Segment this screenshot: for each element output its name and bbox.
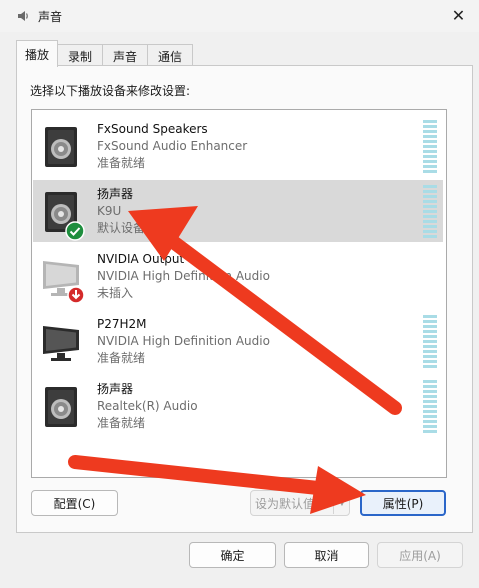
title-bar: 声音 ✕ xyxy=(0,0,479,32)
close-button[interactable]: ✕ xyxy=(438,0,479,30)
volume-meter xyxy=(423,380,437,434)
device-status: 默认设备 xyxy=(97,221,146,235)
instruction-text: 选择以下播放设备来修改设置: xyxy=(30,84,191,98)
device-status: 准备就绪 xyxy=(97,416,146,430)
device-description: Realtek(R) Audio xyxy=(97,399,198,413)
properties-button[interactable]: 属性(P) xyxy=(360,490,446,516)
default-check-icon xyxy=(65,221,85,241)
device-item-k9u-speaker[interactable]: 扬声器 K9U 默认设备 xyxy=(33,180,443,242)
monitor-icon xyxy=(43,326,79,361)
device-status: 准备就绪 xyxy=(97,351,146,365)
device-item-realtek-speaker[interactable]: 扬声器 Realtek(R) Audio 准备就绪 xyxy=(33,375,443,437)
configure-button[interactable]: 配置(C) xyxy=(31,490,118,516)
window-title: 声音 xyxy=(38,10,63,24)
device-name: 扬声器 xyxy=(97,187,134,201)
device-list[interactable]: FxSound Speakers FxSound Audio Enhancer … xyxy=(31,109,447,478)
device-item-nvidia-output[interactable]: NVIDIA Output NVIDIA High Definition Aud… xyxy=(33,245,443,307)
device-description: NVIDIA High Definition Audio xyxy=(97,269,270,283)
device-description: K9U xyxy=(97,204,122,218)
apply-button: 应用(A) xyxy=(377,542,463,568)
tab-communications[interactable]: 通信 xyxy=(147,44,194,67)
device-item-fxsound[interactable]: FxSound Speakers FxSound Audio Enhancer … xyxy=(33,115,443,177)
tab-playback[interactable]: 播放 xyxy=(16,40,59,67)
tab-sounds[interactable]: 声音 xyxy=(102,44,149,67)
device-status: 准备就绪 xyxy=(97,156,146,170)
device-description: NVIDIA High Definition Audio xyxy=(97,334,270,348)
speaker-icon xyxy=(45,387,77,427)
tab-recording[interactable]: 录制 xyxy=(57,44,104,67)
device-name: 扬声器 xyxy=(97,382,134,396)
speaker-icon xyxy=(45,127,77,167)
unplugged-icon xyxy=(67,286,85,304)
volume-meter xyxy=(423,315,437,369)
device-name: FxSound Speakers xyxy=(97,122,208,136)
device-description: FxSound Audio Enhancer xyxy=(97,139,248,153)
tab-bar: 播放 录制 声音 通信 xyxy=(16,40,194,67)
chevron-down-icon: ▼ xyxy=(338,498,346,508)
device-name: NVIDIA Output xyxy=(97,252,185,266)
device-name: P27H2M xyxy=(97,317,147,331)
cancel-button[interactable]: 取消 xyxy=(284,542,369,568)
device-item-p27h2m[interactable]: P27H2M NVIDIA High Definition Audio 准备就绪 xyxy=(33,310,443,372)
ok-button[interactable]: 确定 xyxy=(189,542,276,568)
volume-meter xyxy=(423,185,437,239)
volume-meter xyxy=(423,120,437,174)
device-status: 未插入 xyxy=(97,286,134,300)
set-default-label: 设为默认值 xyxy=(255,496,316,511)
speaker-app-icon xyxy=(18,11,28,21)
close-icon: ✕ xyxy=(451,5,466,25)
